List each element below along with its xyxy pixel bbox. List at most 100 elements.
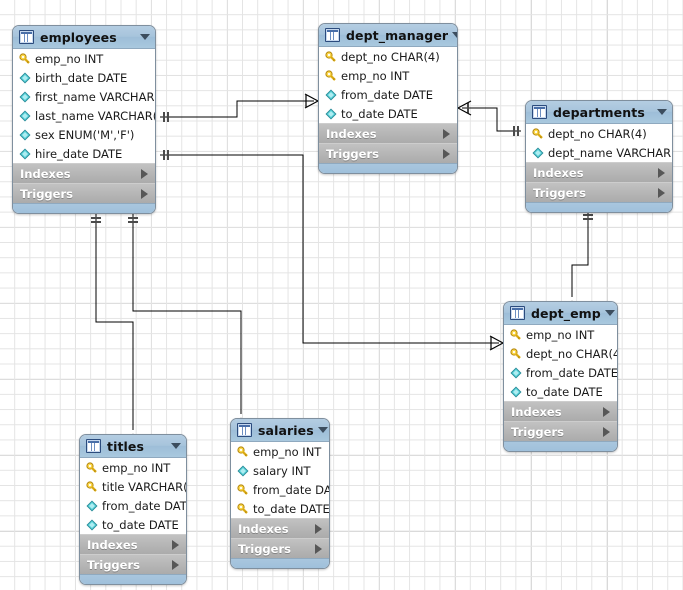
chevron-down-icon[interactable] [452,32,457,38]
column-row[interactable]: salary INT [231,461,329,480]
column-row[interactable]: from_date DATE [504,363,617,382]
table-header-dept_emp[interactable]: dept_emp [504,302,617,325]
table-title: titles [107,438,145,454]
column-row[interactable]: last_name VARCHAR(16) [13,106,155,125]
triggers-section-dept_manager[interactable]: Triggers [319,143,457,163]
triggers-section-titles[interactable]: Triggers [80,554,186,574]
column-row[interactable]: dept_name VARCHAR(40) [526,143,672,162]
triggers-section-departments[interactable]: Triggers [526,182,672,202]
column-row[interactable]: emp_no INT [80,458,186,477]
key-icon [325,50,337,63]
key-icon [237,483,249,496]
column-label: title VARCHAR(50) [102,479,187,494]
table-icon [19,30,34,44]
expand-arrow-icon[interactable] [172,539,179,550]
diamond-column-icon [86,518,98,531]
column-row[interactable]: hire_date DATE [13,144,155,163]
column-row[interactable]: emp_no INT [504,325,617,344]
expand-arrow-icon[interactable] [141,168,148,179]
table-header-employees[interactable]: employees [13,26,155,49]
table-icon [86,439,101,453]
diamond-column-icon [237,464,249,477]
diamond-column-icon [19,90,31,103]
expand-arrow-icon[interactable] [658,167,665,178]
column-row[interactable]: birth_date DATE [13,68,155,87]
indexes-section-titles[interactable]: Indexes [80,534,186,554]
indexes-section-salaries[interactable]: Indexes [231,518,329,538]
table-dept_emp[interactable]: dept_emp emp_no INT dept_no CHAR(4) from_da… [503,301,618,452]
section-label: Indexes [87,537,138,552]
chevron-down-icon[interactable] [140,34,150,40]
column-row[interactable]: to_date DATE [319,104,457,123]
table-header-dept_manager[interactable]: dept_manager [319,24,457,47]
triggers-section-dept_emp[interactable]: Triggers [504,421,617,441]
table-header-departments[interactable]: departments [526,101,672,124]
column-row[interactable]: from_date DATE [80,496,186,515]
table-title: dept_manager [346,27,449,43]
expand-arrow-icon[interactable] [443,148,450,159]
key-icon [325,69,337,82]
table-employees[interactable]: employees emp_no INT birth_date DATE first_… [12,25,156,214]
expand-arrow-icon[interactable] [172,559,179,570]
column-label: first_name VARCHAR(14) [35,89,155,104]
column-row[interactable]: from_date DATE [231,480,329,499]
column-row[interactable]: to_date DATE [504,382,617,401]
table-departments[interactable]: departments dept_no CHAR(4) dept_name VARC… [525,100,673,213]
column-row[interactable]: from_date DATE [319,85,457,104]
section-label: Indexes [238,521,289,536]
column-row[interactable]: dept_no CHAR(4) [526,124,672,143]
table-titles[interactable]: titles emp_no INT title VARCHAR(50) from_da… [79,434,187,585]
column-row[interactable]: title VARCHAR(50) [80,477,186,496]
column-label: dept_no CHAR(4) [341,49,440,64]
eer-diagram-canvas[interactable]: employees emp_no INT birth_date DATE first_… [0,0,683,590]
indexes-section-dept_emp[interactable]: Indexes [504,401,617,421]
column-row[interactable]: emp_no INT [319,66,457,85]
key-icon [86,480,98,493]
diamond-column-icon [86,499,98,512]
expand-arrow-icon[interactable] [443,128,450,139]
column-row[interactable]: dept_no CHAR(4) [319,47,457,66]
column-label: emp_no INT [35,51,104,66]
link-dept_manager-departments [462,107,521,132]
expand-arrow-icon[interactable] [315,523,322,534]
column-label: last_name VARCHAR(16) [35,108,156,123]
table-icon [532,105,547,119]
table-salaries[interactable]: salaries emp_no INT salary INT from_date DA… [230,418,330,569]
table-dept_manager[interactable]: dept_manager dept_no CHAR(4) emp_no INT fro… [318,23,458,174]
column-label: sex ENUM('M','F') [35,127,135,142]
triggers-section-employees[interactable]: Triggers [13,183,155,203]
column-row[interactable]: to_date DATE [231,499,329,518]
column-row[interactable]: first_name VARCHAR(14) [13,87,155,106]
table-header-salaries[interactable]: salaries [231,419,329,442]
link-employees-dept_manager [160,100,314,118]
link-employees-salaries [132,214,242,414]
indexes-section-employees[interactable]: Indexes [13,163,155,183]
column-label: from_date DATE [341,87,434,102]
column-label: to_date DATE [526,384,603,399]
table-footer [319,163,457,173]
indexes-section-departments[interactable]: Indexes [526,162,672,182]
expand-arrow-icon[interactable] [603,406,610,417]
table-footer [504,441,617,451]
column-row[interactable]: emp_no INT [231,442,329,461]
chevron-down-icon[interactable] [171,443,181,449]
column-row[interactable]: to_date DATE [80,515,186,534]
key-icon [86,461,98,474]
column-row[interactable]: dept_no CHAR(4) [504,344,617,363]
indexes-section-dept_manager[interactable]: Indexes [319,123,457,143]
chevron-down-icon[interactable] [604,310,615,316]
chevron-down-icon[interactable] [317,427,328,433]
chevron-down-icon[interactable] [657,109,667,115]
table-header-titles[interactable]: titles [80,435,186,458]
link-departments-dept_emp [571,211,589,297]
diamond-column-icon [532,146,544,159]
key-icon [19,52,31,65]
expand-arrow-icon[interactable] [315,543,322,554]
triggers-section-salaries[interactable]: Triggers [231,538,329,558]
column-row[interactable]: sex ENUM('M','F') [13,125,155,144]
expand-arrow-icon[interactable] [658,187,665,198]
column-label: emp_no INT [526,327,595,342]
column-row[interactable]: emp_no INT [13,49,155,68]
expand-arrow-icon[interactable] [141,188,148,199]
expand-arrow-icon[interactable] [603,426,610,437]
